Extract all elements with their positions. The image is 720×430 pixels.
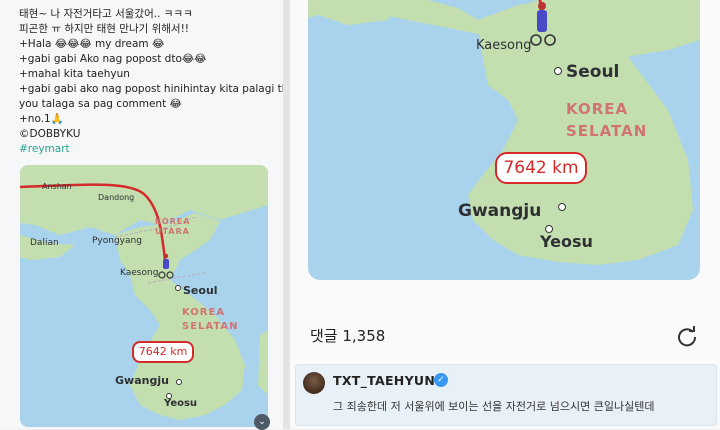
- city-label: Seoul: [183, 284, 218, 297]
- city-label: Yeosu: [540, 232, 593, 251]
- post-text-line: you talaga sa pag comment 😂: [19, 98, 182, 110]
- city-label: Kaesong: [120, 268, 159, 278]
- avatar[interactable]: [303, 372, 325, 394]
- post-text-line: ©DOBBYKU: [19, 128, 81, 140]
- region-label: KOREA: [566, 100, 629, 118]
- region-label: SELATAN: [566, 122, 648, 140]
- city-label: Dalian: [30, 238, 59, 248]
- city-label: Dandong: [98, 193, 135, 202]
- zoomed-route-map-image: Kaesong Seoul KOREA SELATAN 7642 km Gwan…: [308, 0, 700, 280]
- city-label: Yeosu: [164, 398, 198, 409]
- distance-badge: 7642 km: [495, 152, 587, 184]
- verified-badge-icon: ✓: [434, 373, 448, 387]
- comment-username[interactable]: TXT_TAEHYUN: [333, 373, 435, 388]
- region-label: SELATAN: [182, 321, 239, 332]
- city-dot: [176, 379, 182, 385]
- post-text-line: +mahal kita taehyun: [19, 68, 130, 80]
- city-dot: [175, 285, 181, 291]
- city-dot: [558, 203, 566, 211]
- map-graphic: [20, 165, 268, 420]
- distance-badge: 7642 km: [132, 341, 194, 363]
- post-text-line: +gabi gabi Ako nag popost dto😂😂: [19, 53, 207, 65]
- panel-divider: [283, 0, 290, 429]
- city-label: Gwangju: [458, 201, 542, 221]
- post-text-line: 피곤한 ㅠ 하지만 태현 만나기 위해서!!: [19, 23, 190, 35]
- chevron-down-icon[interactable]: ⌄: [254, 414, 270, 430]
- comment-count: 댓글 1,358: [310, 327, 386, 345]
- post-text-line: +gabi gabi ako nag popost hinihintay kit…: [19, 83, 308, 95]
- comment-text: 그 죄송한데 저 서울위에 보이는 선을 자전거로 넘으시면 큰일나실텐데: [333, 400, 655, 413]
- post-text-line: +Hala 😂😂😂 my dream 😂: [19, 38, 165, 50]
- region-label: KOREA: [182, 307, 226, 318]
- region-label: KOREA: [155, 217, 191, 226]
- refresh-icon[interactable]: [676, 325, 698, 347]
- city-label: Gwangju: [115, 374, 169, 387]
- city-label: Kaesong: [476, 38, 532, 53]
- city-label: Seoul: [566, 62, 620, 82]
- route-map-image: KOREA UTARA Dalian Pyongyang Anshan Dand…: [20, 165, 268, 427]
- city-label: Pyongyang: [92, 236, 142, 246]
- city-dot: [554, 67, 562, 75]
- post-text-line: +no.1🙏: [19, 113, 64, 125]
- region-label: UTARA: [155, 227, 190, 236]
- post-text-line: 태현~ 나 자전거타고 서울갔어.. ㅋㅋㅋ: [19, 8, 193, 20]
- hashtag-link[interactable]: #reymart: [19, 143, 70, 156]
- city-label: Anshan: [42, 182, 72, 191]
